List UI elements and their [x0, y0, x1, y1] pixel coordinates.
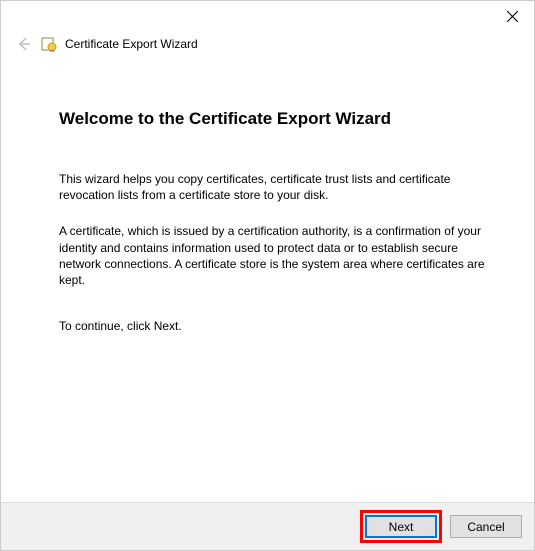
titlebar: [1, 1, 534, 29]
cancel-button[interactable]: Cancel: [450, 515, 522, 538]
close-icon: [507, 11, 518, 22]
back-button[interactable]: [15, 35, 33, 53]
wizard-content: Welcome to the Certificate Export Wizard…: [59, 109, 498, 354]
next-button[interactable]: Next: [365, 515, 437, 538]
window-title: Certificate Export Wizard: [65, 37, 198, 51]
back-arrow-icon: [16, 36, 32, 52]
continue-instruction: To continue, click Next.: [59, 318, 498, 334]
certificate-icon: [41, 36, 57, 52]
intro-paragraph-2: A certificate, which is issued by a cert…: [59, 223, 498, 288]
wizard-header: Certificate Export Wizard: [15, 35, 198, 53]
page-heading: Welcome to the Certificate Export Wizard: [59, 109, 498, 129]
wizard-footer: Next Cancel: [1, 502, 534, 550]
intro-paragraph-1: This wizard helps you copy certificates,…: [59, 171, 498, 203]
close-button[interactable]: [498, 5, 526, 27]
next-button-highlight: Next: [360, 510, 442, 543]
